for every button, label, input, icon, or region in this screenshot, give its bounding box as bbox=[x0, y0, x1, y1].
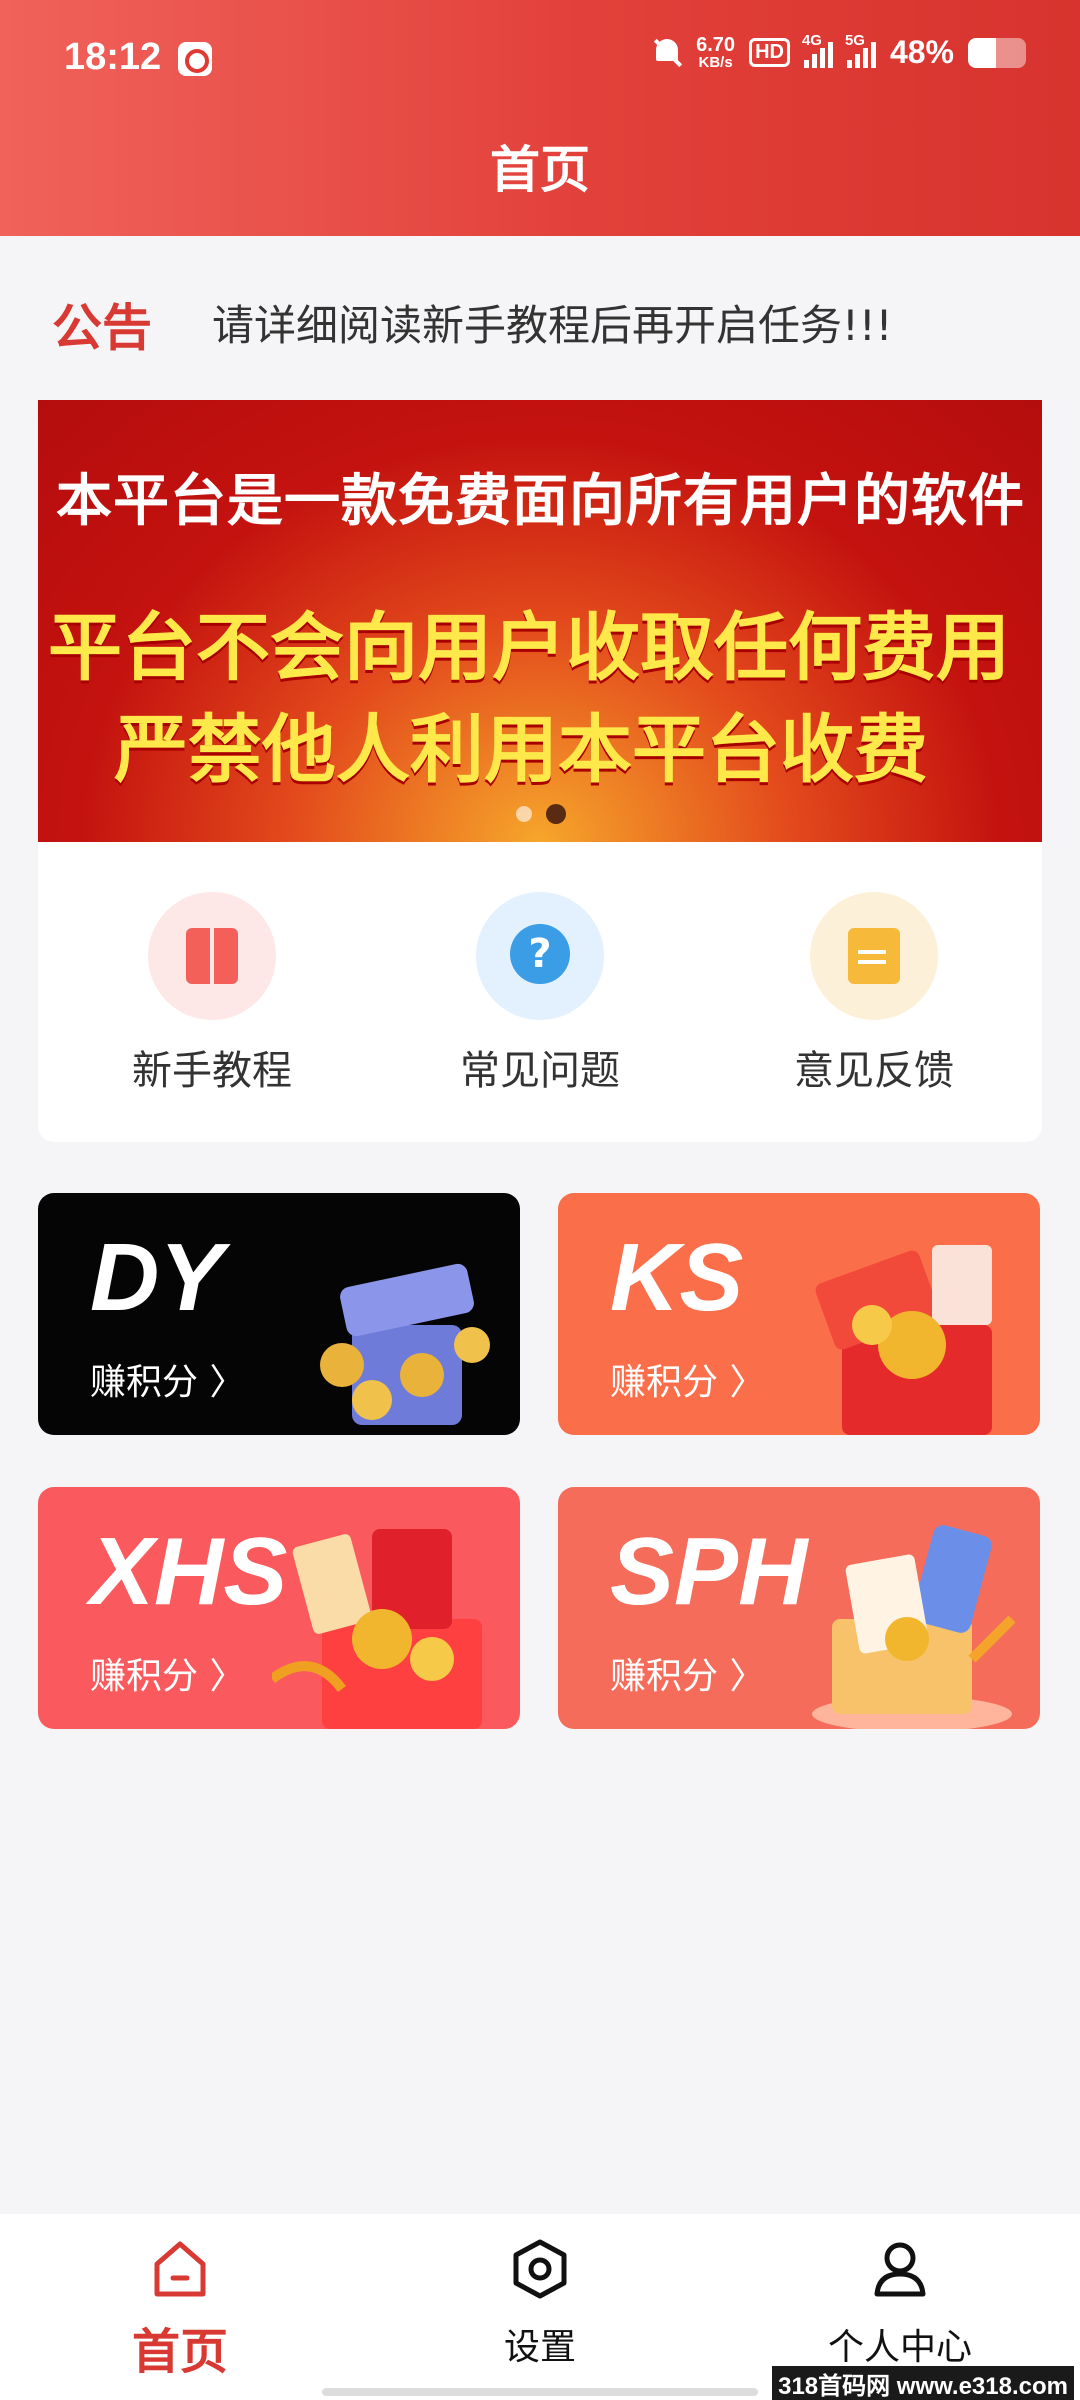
banner-pagination bbox=[516, 804, 566, 824]
status-time: 18:12 bbox=[64, 36, 162, 78]
banner-dot[interactable] bbox=[516, 806, 532, 822]
status-indicators: 6.70 KB/s HD 4G 5G 48% bbox=[652, 32, 1026, 71]
notice-bar[interactable]: 公告 请详细阅读新手教程后再开启任务!!! bbox=[0, 236, 1080, 386]
quick-link-tutorial[interactable]: 新手教程 bbox=[82, 892, 342, 1096]
banner-line-3: 严禁他人利用本平台收费 bbox=[114, 707, 928, 793]
task-card-ks[interactable]: KS 赚积分 〉 bbox=[558, 1193, 1040, 1435]
task-card-link[interactable]: 赚积分 〉 bbox=[610, 1647, 765, 1699]
banner-line-1: 本平台是一款免费面向所有用户的软件 bbox=[56, 469, 1025, 534]
tab-home[interactable]: 首页 bbox=[30, 2234, 330, 2382]
page-title: 首页 bbox=[490, 141, 590, 199]
network-speed-value: 6.70 bbox=[696, 34, 736, 56]
watermark: 318首码网 www.e318.com bbox=[772, 2366, 1074, 2400]
settings-icon bbox=[513, 2239, 567, 2299]
signal-4g-icon: 4G bbox=[802, 32, 833, 68]
feedback-icon bbox=[810, 892, 938, 1020]
task-card-link[interactable]: 赚积分 〉 bbox=[610, 1353, 765, 1405]
banner-line-2: 平台不会向用户收取任何费用 bbox=[48, 605, 1010, 691]
signal-5g-icon: 5G bbox=[845, 32, 876, 68]
notice-label: 公告 bbox=[52, 299, 152, 357]
network-speed-unit: KB/s bbox=[698, 54, 733, 71]
header: 18:12 6.70 KB/s HD 4G 5G 48% 首页 bbox=[0, 0, 1080, 236]
banner-dot-active[interactable] bbox=[546, 804, 566, 824]
tab-label: 设置 bbox=[503, 2327, 576, 2368]
treasure-box-icon bbox=[320, 1263, 490, 1425]
signal-5g-label: 5G bbox=[844, 31, 865, 49]
task-card-link[interactable]: 赚积分 〉 bbox=[90, 1647, 245, 1699]
red-envelope-gift-icon bbox=[272, 1529, 482, 1729]
quick-link-label: 新手教程 bbox=[132, 1048, 292, 1094]
home-indicator[interactable] bbox=[322, 2388, 758, 2396]
network-speed: 6.70 KB/s bbox=[696, 35, 735, 70]
battery-percent: 48% bbox=[889, 34, 954, 70]
quick-link-label: 意见反馈 bbox=[794, 1048, 954, 1094]
battery-icon bbox=[968, 37, 1026, 68]
quick-links-panel: 新手教程 ? 常见问题 意见反馈 bbox=[38, 842, 1042, 1142]
hd-icon: HD bbox=[749, 38, 790, 67]
task-card-title: XHS bbox=[90, 1518, 288, 1625]
task-card-title: SPH bbox=[610, 1518, 808, 1625]
book-icon bbox=[148, 892, 276, 1020]
promo-banner[interactable]: 本平台是一款免费面向所有用户的软件 平台不会向用户收取任何费用 严禁他人利用本平… bbox=[38, 400, 1042, 842]
quick-link-faq[interactable]: ? 常见问题 bbox=[410, 892, 670, 1096]
task-card-sph[interactable]: SPH 赚积分 〉 bbox=[558, 1487, 1040, 1729]
notice-text: 请详细阅读新手教程后再开启任务!!! bbox=[212, 301, 893, 350]
mute-bell-icon bbox=[652, 37, 682, 69]
home-icon bbox=[154, 2241, 206, 2297]
task-card-xhs[interactable]: XHS 赚积分 〉 bbox=[38, 1487, 520, 1729]
task-card-title: DY bbox=[90, 1224, 224, 1331]
task-card-link[interactable]: 赚积分 〉 bbox=[90, 1353, 245, 1405]
tab-profile[interactable]: 个人中心 bbox=[750, 2234, 1050, 2370]
signal-4g-label: 4G bbox=[801, 31, 822, 49]
quick-link-feedback[interactable]: 意见反馈 bbox=[744, 892, 1004, 1096]
tab-label: 首页 bbox=[131, 2324, 228, 2380]
tab-settings[interactable]: 设置 bbox=[390, 2234, 690, 2370]
app-notification-icon bbox=[178, 42, 212, 76]
status-bar: 18:12 6.70 KB/s HD 4G 5G 48% bbox=[0, 30, 1080, 90]
battery-fill bbox=[968, 37, 996, 68]
person-icon bbox=[874, 2242, 926, 2297]
task-card-title: KS bbox=[610, 1224, 744, 1331]
gift-box-icon bbox=[815, 1245, 992, 1435]
phone-gift-box-icon bbox=[812, 1525, 1016, 1729]
quick-link-label: 常见问题 bbox=[460, 1048, 620, 1094]
tab-label: 个人中心 bbox=[827, 2327, 972, 2368]
question-icon: ? bbox=[476, 892, 604, 1020]
task-card-dy[interactable]: DY 赚积分 〉 bbox=[38, 1193, 520, 1435]
